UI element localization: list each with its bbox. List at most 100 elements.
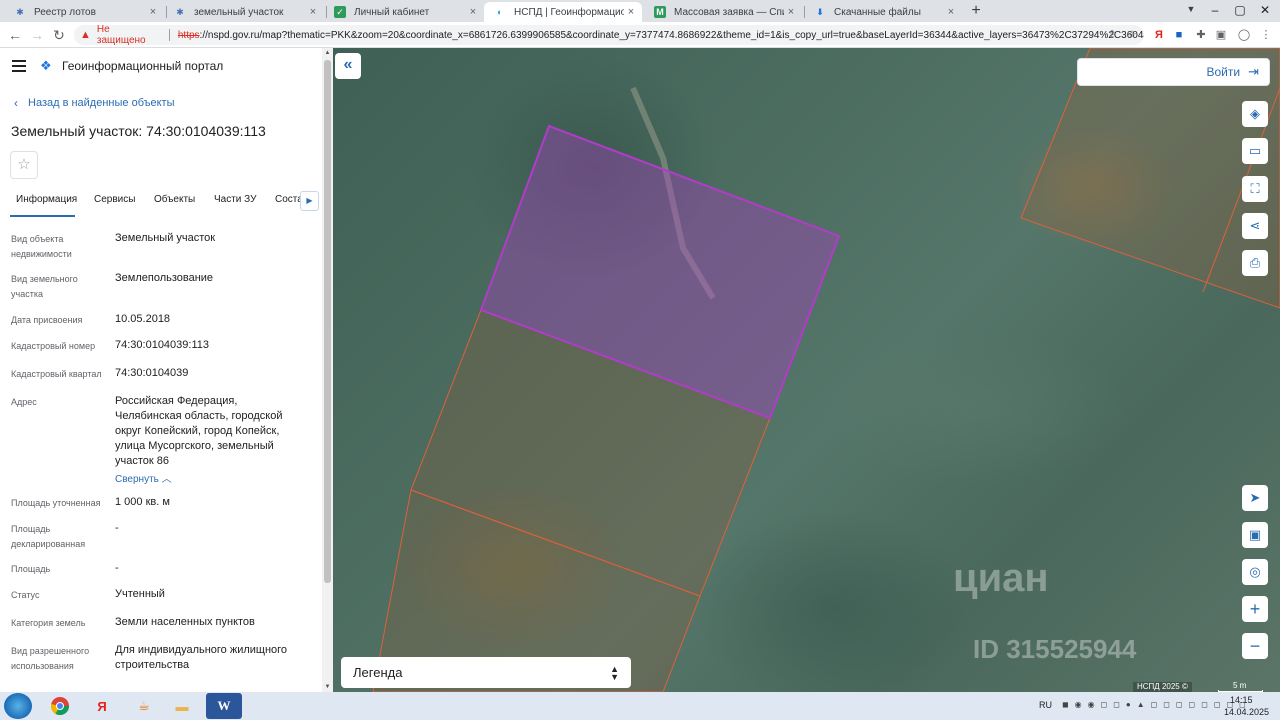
field-label: Вид разрешенного использования [11, 646, 90, 671]
login-button[interactable]: Войти ⇥ [1077, 58, 1270, 86]
new-tab-button[interactable]: + [966, 3, 986, 21]
close-tab-icon[interactable]: × [944, 6, 958, 18]
url-protocol: https [177, 29, 200, 41]
word-icon[interactable]: W [206, 693, 242, 719]
folder-icon[interactable]: ▬ [164, 693, 200, 719]
collapse-address-link[interactable]: Свернуть ︿ [115, 470, 172, 485]
close-tab-icon[interactable]: × [784, 6, 798, 18]
scrollbar-thumb[interactable] [324, 60, 331, 583]
field-value: 74:30:0104039:113 [115, 339, 209, 351]
watermark-id: ID 315525944 [973, 634, 1137, 664]
close-tab-icon[interactable]: × [146, 6, 160, 18]
address-bar[interactable]: ▲ Не защищено https ://nspd.gov.ru/map?t… [74, 24, 1144, 46]
back-to-results-link[interactable]: ‹ Назад в найденные объекты [14, 96, 175, 110]
layers-icon[interactable]: ◈ [1242, 101, 1268, 127]
tab-information[interactable]: Информация [16, 194, 77, 205]
field-value: - [115, 562, 119, 574]
check-icon: ✓ [334, 6, 346, 18]
field-label: Площадь уточненная [11, 498, 101, 508]
tabs-scroll-right-button[interactable]: ▶ [300, 191, 319, 211]
not-secure-label[interactable]: Не защищено [97, 24, 161, 46]
select-area-icon[interactable]: ⛶ [1242, 176, 1268, 202]
field-label: Вид объекта недвижимости [11, 234, 72, 259]
reload-icon[interactable]: ↻ [50, 26, 68, 44]
cadastral-overlay [372, 48, 1280, 692]
favorite-star-button[interactable]: ☆ [10, 151, 38, 179]
close-tab-icon[interactable]: × [624, 6, 638, 18]
close-tab-icon[interactable]: × [306, 6, 320, 18]
field-label: Кадастровый квартал [11, 369, 102, 379]
gmail-icon: M [654, 6, 666, 18]
info-tabs: Информация Сервисы Объекты Части ЗУ Сост… [0, 188, 322, 217]
profile-avatar[interactable]: ◯ [1236, 27, 1252, 43]
java-icon[interactable]: ☕ [126, 693, 162, 719]
tab-services[interactable]: Сервисы [94, 194, 135, 205]
gear-icon: ✱ [176, 6, 184, 17]
start-button[interactable] [4, 693, 32, 719]
browser-tab[interactable]: ✱ земельный участок × [164, 2, 324, 22]
browser-tab-active[interactable]: ◐ НСПД | Геоинформационный п × [484, 2, 642, 22]
share-icon[interactable]: ⋖ [1242, 213, 1268, 239]
windows-taskbar: Я ☕ ▬ W RU ◼◉◉◻◻●▲◻◻◻◻◻◻◻◻ 14:15 14.04.2… [0, 692, 1280, 720]
forward-icon[interactable]: → [28, 26, 46, 44]
warning-icon: ▲ [80, 29, 91, 41]
bookmark-star-icon[interactable]: ☆ [1124, 27, 1140, 43]
field-value: - [115, 522, 119, 534]
field-label: Адрес [11, 397, 37, 407]
field-value: Землепользование [115, 272, 214, 284]
browser-tab-bar: ✱ Реестр лотов × ✱ земельный участок × ✓… [0, 0, 1280, 22]
field-label: Площадь декларированная [11, 524, 86, 549]
back-icon[interactable]: ← [6, 26, 24, 44]
scroll-up-icon[interactable]: ▲ [322, 48, 333, 58]
minimize-window-icon[interactable]: – [1204, 2, 1226, 20]
yandex-extension-icon[interactable]: Я [1151, 27, 1167, 43]
tab-composition[interactable]: Соста [275, 194, 303, 205]
locate-icon[interactable]: ➤ [1242, 485, 1268, 511]
extensions-puzzle-icon[interactable]: ✚ [1193, 27, 1209, 43]
close-tab-icon[interactable]: × [466, 6, 480, 18]
page-title: Земельный участок: 74:30:0104039:113 [11, 123, 266, 139]
print-icon[interactable]: ⎙ [1242, 250, 1268, 276]
chevron-up-icon: ︿ [161, 474, 172, 485]
address-value: Российская Федерация, Челябинская област… [115, 395, 283, 467]
ruler-icon[interactable]: ▭ [1242, 138, 1268, 164]
close-window-icon[interactable]: ✕ [1254, 2, 1276, 20]
map-canvas[interactable]: циан ID 315525944 « Войти ⇥ ◈ ▭ ⛶ ⋖ ⎙ ➤ … [333, 48, 1280, 692]
tab-objects[interactable]: Объекты [154, 194, 195, 205]
sidebar-icon[interactable]: ▣ [1213, 27, 1229, 43]
browser-tab[interactable]: M Массовая заявка — Список зая × [644, 2, 802, 22]
browser-tab[interactable]: ✱ Реестр лотов × [4, 2, 164, 22]
scroll-down-icon[interactable]: ▼ [322, 682, 333, 692]
zoom-in-icon[interactable]: + [1242, 596, 1268, 622]
chrome-icon[interactable] [42, 693, 78, 719]
menu-icon[interactable] [12, 60, 26, 72]
field-value: Учтенный [115, 588, 165, 600]
browser-menu-icon[interactable]: ⋮ [1258, 27, 1274, 43]
login-arrow-icon: ⇥ [1248, 64, 1259, 79]
clock-time[interactable]: 14:15 [1230, 695, 1253, 705]
minimap-icon[interactable]: ▣ [1242, 522, 1268, 548]
clock-date[interactable]: 14.04.2025 [1224, 707, 1269, 717]
collapse-panel-button[interactable]: « [335, 53, 361, 79]
field-label: Категория земель [11, 618, 86, 628]
panel-scrollbar[interactable]: ▲ ▼ [322, 48, 333, 692]
field-value: Земельный участок [115, 232, 216, 244]
globe-icon: ◐ [497, 7, 503, 17]
legend-dropdown[interactable]: Легенда ▲ ▼ [341, 657, 631, 688]
maximize-window-icon[interactable]: ▢ [1229, 2, 1251, 20]
scale-label: 5 m [1233, 681, 1247, 690]
share-page-icon[interactable]: ⇪ [1104, 27, 1120, 43]
gear-icon: ✱ [16, 6, 24, 17]
extension-icon[interactable]: ■ [1171, 27, 1187, 43]
browser-toolbar: ← → ↻ ▲ Не защищено https ://nspd.gov.ru… [0, 22, 1280, 48]
yandex-icon[interactable]: Я [84, 693, 120, 719]
zoom-out-icon[interactable]: − [1242, 633, 1268, 659]
language-indicator[interactable]: RU [1039, 700, 1052, 710]
geolocation-icon[interactable]: ◎ [1242, 559, 1268, 585]
object-info-panel: ❖ Геоинформационный портал ‹ Назад в най… [0, 48, 333, 692]
browser-tab[interactable]: ⬇ Скачанные файлы × [804, 2, 962, 22]
tab-search-icon[interactable]: ▼ [1182, 4, 1200, 20]
tab-parts[interactable]: Части ЗУ [214, 194, 256, 205]
browser-tab[interactable]: ✓ Личный кабинет × [324, 2, 484, 22]
field-value: 1 000 кв. м [115, 496, 170, 508]
